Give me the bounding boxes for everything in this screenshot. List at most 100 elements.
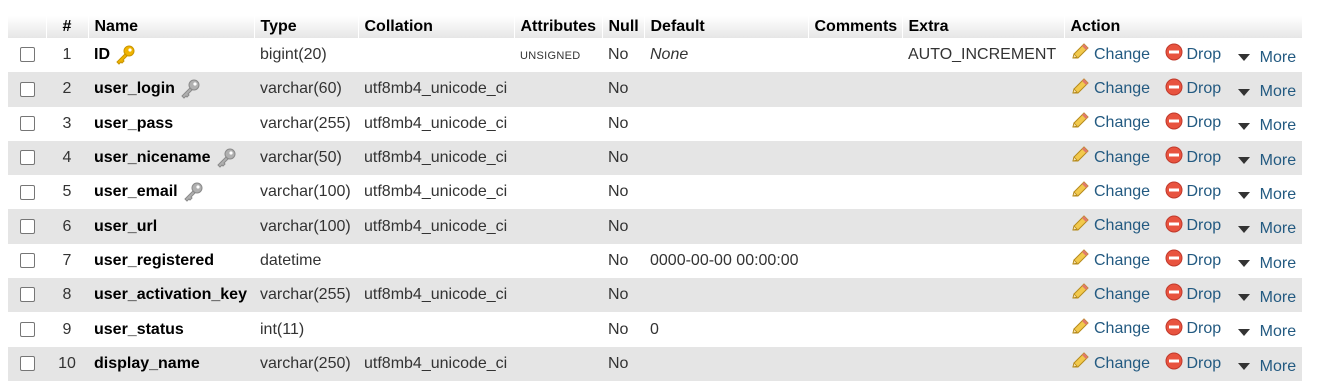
- more-button[interactable]: More: [1236, 117, 1296, 135]
- field-comments: [808, 141, 902, 175]
- change-label[interactable]: Change: [1094, 183, 1150, 201]
- more-button[interactable]: More: [1236, 255, 1296, 273]
- more-label[interactable]: More: [1260, 289, 1296, 307]
- field-default: [644, 278, 808, 312]
- row-num: 9: [62, 320, 72, 338]
- field-type: varchar(255): [260, 114, 351, 132]
- more-button[interactable]: More: [1236, 186, 1296, 204]
- drop-label[interactable]: Drop: [1187, 80, 1222, 98]
- drop-icon: [1165, 78, 1187, 101]
- drop-button[interactable]: Drop: [1165, 283, 1222, 306]
- field-extra: [902, 347, 1064, 381]
- more-button[interactable]: More: [1236, 220, 1296, 238]
- drop-icon: [1165, 112, 1187, 135]
- change-button[interactable]: Change: [1070, 215, 1150, 238]
- field-comments: [808, 244, 902, 278]
- drop-label[interactable]: Drop: [1187, 114, 1222, 132]
- row-checkbox[interactable]: [19, 81, 35, 97]
- field-collation: [358, 312, 514, 346]
- more-label[interactable]: More: [1260, 117, 1296, 135]
- change-button[interactable]: Change: [1070, 146, 1150, 169]
- header-collation[interactable]: Collation: [358, 16, 515, 38]
- header-default[interactable]: Default: [644, 16, 809, 38]
- more-button[interactable]: More: [1236, 152, 1296, 170]
- table-row: 10 display_name varchar(250) utf8mb4_uni…: [8, 346, 1302, 381]
- header-comments[interactable]: Comments: [808, 16, 903, 38]
- header-row: # Name Type Collation Attributes Null De…: [8, 16, 1303, 38]
- change-button[interactable]: Change: [1070, 318, 1150, 341]
- field-type: varchar(250): [260, 354, 351, 372]
- pencil-icon: [1070, 249, 1094, 272]
- more-button[interactable]: More: [1236, 83, 1296, 101]
- field-null: No: [608, 149, 629, 167]
- row-num: 6: [62, 217, 72, 235]
- change-label[interactable]: Change: [1094, 320, 1150, 338]
- change-label[interactable]: Change: [1094, 80, 1150, 98]
- drop-label[interactable]: Drop: [1187, 286, 1222, 304]
- drop-label[interactable]: Drop: [1187, 252, 1222, 270]
- action-cell: Change Drop More: [1064, 278, 1302, 312]
- drop-button[interactable]: Drop: [1165, 249, 1222, 272]
- more-label[interactable]: More: [1260, 49, 1296, 67]
- change-button[interactable]: Change: [1070, 180, 1150, 204]
- change-label[interactable]: Change: [1094, 149, 1150, 167]
- more-button[interactable]: More: [1236, 49, 1296, 67]
- more-button[interactable]: More: [1236, 323, 1296, 341]
- header-null[interactable]: Null: [602, 16, 645, 38]
- row-checkbox[interactable]: [19, 184, 35, 200]
- field-null: No: [608, 217, 629, 235]
- change-button[interactable]: Change: [1070, 43, 1150, 66]
- header-type[interactable]: Type: [254, 16, 359, 38]
- more-label[interactable]: More: [1260, 323, 1296, 341]
- change-label[interactable]: Change: [1094, 355, 1150, 373]
- drop-label[interactable]: Drop: [1187, 46, 1222, 64]
- more-button[interactable]: More: [1236, 289, 1296, 307]
- row-checkbox[interactable]: [19, 356, 35, 372]
- row-checkbox[interactable]: [19, 287, 35, 303]
- more-label[interactable]: More: [1260, 220, 1296, 238]
- row-checkbox[interactable]: [19, 150, 35, 166]
- drop-button[interactable]: Drop: [1165, 318, 1222, 341]
- drop-button[interactable]: Drop: [1165, 181, 1222, 204]
- header-extra[interactable]: Extra: [902, 16, 1065, 38]
- more-label[interactable]: More: [1260, 255, 1296, 273]
- drop-label[interactable]: Drop: [1187, 217, 1222, 235]
- drop-button[interactable]: Drop: [1165, 215, 1222, 238]
- row-checkbox[interactable]: [19, 218, 35, 234]
- change-label[interactable]: Change: [1094, 286, 1150, 304]
- row-checkbox[interactable]: [19, 253, 35, 269]
- drop-label[interactable]: Drop: [1187, 355, 1222, 373]
- drop-button[interactable]: Drop: [1165, 78, 1222, 101]
- change-button[interactable]: Change: [1070, 249, 1150, 272]
- change-label[interactable]: Change: [1094, 217, 1150, 235]
- drop-button[interactable]: Drop: [1165, 112, 1222, 135]
- drop-button[interactable]: Drop: [1165, 43, 1222, 66]
- drop-button[interactable]: Drop: [1165, 146, 1222, 169]
- more-button[interactable]: More: [1236, 358, 1296, 376]
- row-checkbox[interactable]: [19, 321, 35, 337]
- change-label[interactable]: Change: [1094, 114, 1150, 132]
- header-name[interactable]: Name: [88, 16, 255, 38]
- more-label[interactable]: More: [1260, 83, 1296, 101]
- row-checkbox[interactable]: [19, 116, 35, 131]
- change-button[interactable]: Change: [1070, 352, 1150, 375]
- more-label[interactable]: More: [1260, 358, 1296, 376]
- more-label[interactable]: More: [1260, 152, 1296, 170]
- change-button[interactable]: Change: [1070, 112, 1150, 135]
- drop-button[interactable]: Drop: [1165, 352, 1222, 375]
- header-num[interactable]: #: [46, 16, 89, 38]
- change-label[interactable]: Change: [1094, 252, 1150, 270]
- drop-label[interactable]: Drop: [1187, 183, 1222, 201]
- row-checkbox[interactable]: [19, 47, 35, 63]
- change-button[interactable]: Change: [1070, 283, 1150, 306]
- table-row: 7 user_registered datetime No 0000-00-00…: [8, 243, 1302, 279]
- more-label[interactable]: More: [1260, 186, 1296, 204]
- field-attributes-cell: [514, 244, 602, 278]
- change-label[interactable]: Change: [1094, 46, 1150, 64]
- change-button[interactable]: Change: [1070, 77, 1150, 101]
- header-attributes[interactable]: Attributes: [514, 16, 603, 38]
- field-name: display_name: [94, 354, 200, 372]
- table-row: 8 user_activation_key varchar(255) utf8m…: [8, 278, 1302, 313]
- drop-label[interactable]: Drop: [1187, 320, 1222, 338]
- drop-label[interactable]: Drop: [1187, 149, 1222, 167]
